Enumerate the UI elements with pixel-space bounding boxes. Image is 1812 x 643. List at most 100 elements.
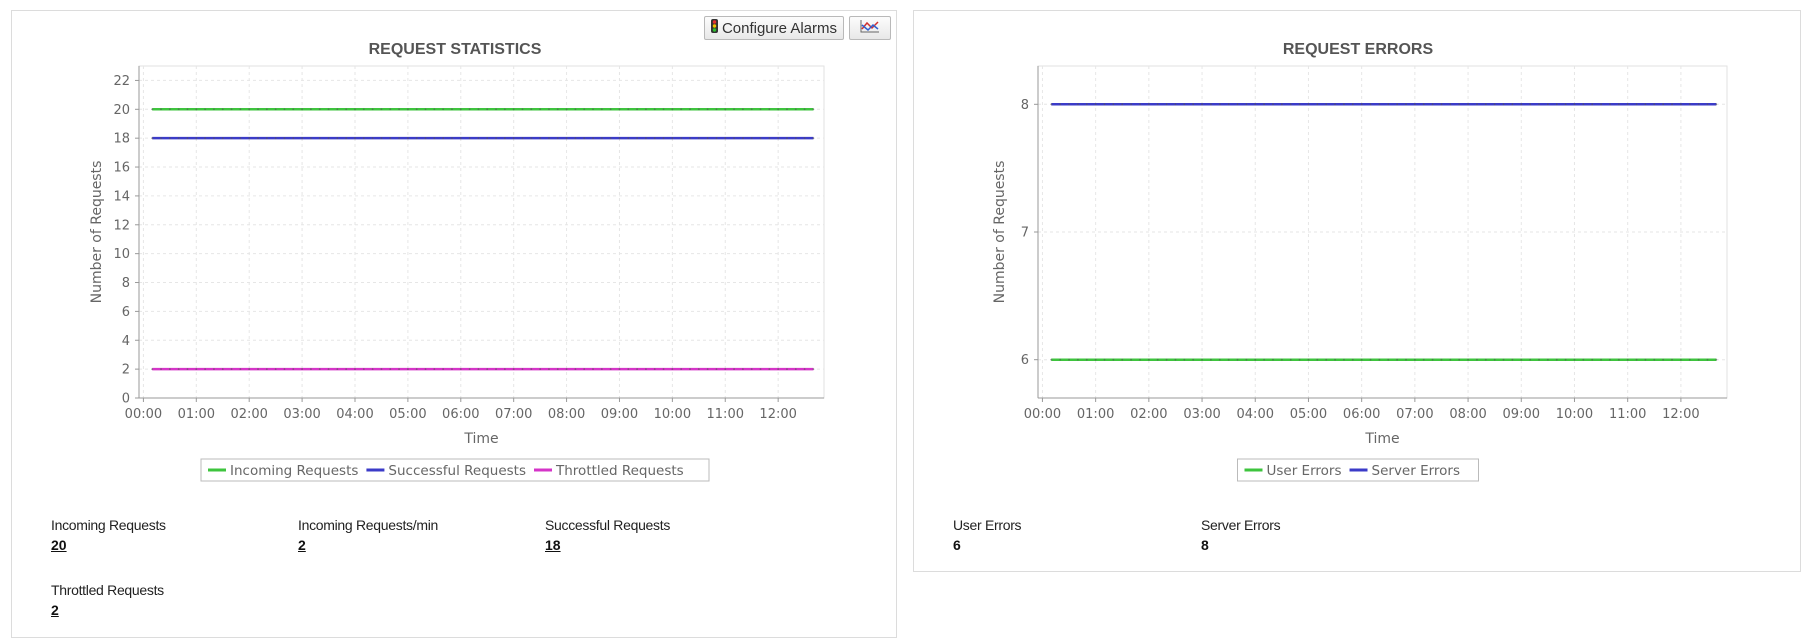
data-point xyxy=(1121,103,1124,106)
data-point xyxy=(477,368,480,371)
data-point xyxy=(733,108,735,111)
data-point xyxy=(195,108,198,111)
data-point xyxy=(645,368,647,371)
stat-label: Throttled Requests xyxy=(51,582,164,598)
x-tick-label: 04:00 xyxy=(336,407,373,422)
x-tick-label: 00:00 xyxy=(1024,407,1061,422)
data-point xyxy=(1511,358,1514,361)
data-point xyxy=(230,108,233,111)
data-point xyxy=(609,137,612,140)
data-point xyxy=(1210,358,1212,361)
data-point xyxy=(1688,103,1691,106)
data-point xyxy=(1280,358,1283,361)
data-point xyxy=(1130,358,1133,361)
data-point xyxy=(724,108,727,111)
data-point xyxy=(715,137,718,140)
data-point xyxy=(759,368,762,371)
data-point xyxy=(715,368,718,371)
data-point xyxy=(486,368,489,371)
stat-value-link[interactable]: 2 xyxy=(51,602,59,618)
x-tick-label: 09:00 xyxy=(601,407,638,422)
data-point xyxy=(592,108,594,111)
data-point xyxy=(1085,103,1088,106)
data-point xyxy=(336,108,339,111)
y-tick-label: 8 xyxy=(122,276,130,291)
stat-value-link[interactable]: 18 xyxy=(545,537,561,553)
data-point xyxy=(257,368,259,371)
data-point xyxy=(680,368,683,371)
y-tick-label: 18 xyxy=(113,132,130,147)
data-point xyxy=(380,137,383,140)
data-point xyxy=(1679,358,1682,361)
stat-value-link[interactable]: 2 xyxy=(298,537,306,553)
data-point xyxy=(592,368,594,371)
data-point xyxy=(1671,103,1673,106)
data-point xyxy=(733,368,735,371)
data-point xyxy=(706,108,709,111)
data-point xyxy=(1307,103,1310,106)
data-point xyxy=(151,137,154,140)
data-point xyxy=(239,108,242,111)
data-point xyxy=(1476,358,1478,361)
data-point xyxy=(1635,103,1638,106)
data-point xyxy=(415,108,418,111)
data-point xyxy=(1555,358,1558,361)
data-point xyxy=(371,108,374,111)
x-tick-label: 05:00 xyxy=(389,407,426,422)
data-point xyxy=(318,368,321,371)
data-point xyxy=(1227,358,1230,361)
data-point xyxy=(1679,103,1682,106)
data-point xyxy=(786,108,788,111)
data-point xyxy=(715,108,718,111)
data-point xyxy=(1139,103,1141,106)
data-point xyxy=(574,108,577,111)
data-point xyxy=(310,368,312,371)
data-point xyxy=(195,137,198,140)
stat-throttled-requests: Throttled Requests 2 xyxy=(51,582,164,620)
data-point xyxy=(1538,103,1540,106)
data-point xyxy=(1147,358,1150,361)
data-point xyxy=(327,137,330,140)
data-point xyxy=(1671,358,1673,361)
data-point xyxy=(1600,103,1602,106)
data-point xyxy=(221,108,224,111)
data-point xyxy=(477,137,480,140)
data-point xyxy=(565,108,568,111)
request-statistics-chart: REQUEST STATISTICS 0 2 4 6 8 10 12 14 16 18 20 22 00:… xyxy=(89,41,825,482)
data-point xyxy=(733,137,735,140)
data-point xyxy=(442,137,445,140)
x-tick-label: 00:00 xyxy=(125,407,162,422)
data-point xyxy=(406,368,409,371)
data-point xyxy=(415,137,418,140)
data-point xyxy=(1617,103,1620,106)
data-point xyxy=(354,368,356,371)
data-point xyxy=(609,368,612,371)
data-point xyxy=(574,137,577,140)
stat-value: 6 xyxy=(953,537,961,553)
data-point xyxy=(636,137,639,140)
data-point xyxy=(556,108,559,111)
x-tick-label: 03:00 xyxy=(283,407,320,422)
data-point xyxy=(371,368,374,371)
data-point xyxy=(301,108,303,111)
data-point xyxy=(662,368,665,371)
data-point xyxy=(1431,358,1434,361)
data-point xyxy=(168,137,171,140)
data-point xyxy=(636,108,639,111)
data-point xyxy=(1236,103,1239,106)
data-point xyxy=(1697,103,1700,106)
data-point xyxy=(1068,103,1070,106)
data-point xyxy=(1280,103,1283,106)
data-point xyxy=(1360,103,1363,106)
x-axis-label: Time xyxy=(463,431,498,447)
data-point xyxy=(1094,103,1097,106)
data-point xyxy=(1476,103,1478,106)
legend-item: Throttled Requests xyxy=(534,463,684,479)
data-point xyxy=(794,368,797,371)
stat-value-link[interactable]: 20 xyxy=(51,537,67,553)
data-point xyxy=(151,108,154,111)
data-point xyxy=(1387,358,1390,361)
data-point xyxy=(680,108,683,111)
data-point xyxy=(1369,358,1372,361)
data-point xyxy=(160,137,162,140)
